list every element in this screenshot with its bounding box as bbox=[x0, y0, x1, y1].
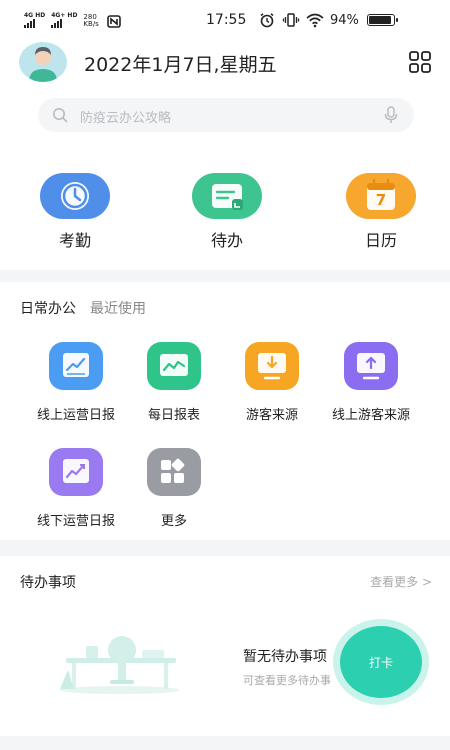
search-bar[interactable]: 防疫云办公攻略 bbox=[38, 98, 414, 132]
app-offline-daily-report[interactable]: 线下运营日报 bbox=[26, 448, 126, 538]
view-more-link[interactable]: 查看更多 > bbox=[370, 573, 432, 590]
battery-percent: 94% bbox=[330, 12, 359, 28]
calendar-icon: 7 bbox=[346, 173, 416, 219]
signal-indicator-1: 4G HD bbox=[24, 13, 45, 28]
calendar-day: 7 bbox=[375, 191, 387, 209]
tab-daily-office[interactable]: 日常办公 bbox=[20, 301, 76, 317]
status-bar: 4G HD 4G+ HD 280 KB/s 17:55 94% bbox=[0, 0, 450, 40]
punch-in-button[interactable]: 打卡 bbox=[340, 626, 422, 698]
quick-action-label: 待办 bbox=[210, 231, 243, 250]
avatar[interactable] bbox=[19, 42, 67, 82]
download-monitor-icon bbox=[245, 342, 299, 390]
wifi-icon bbox=[306, 13, 324, 28]
signal-bars-icon bbox=[51, 19, 63, 28]
clock-icon bbox=[40, 173, 110, 219]
battery-icon bbox=[366, 14, 398, 26]
trend-chart-icon bbox=[49, 448, 103, 496]
empty-state-title: 暂无待办事项 bbox=[243, 649, 327, 665]
report-chart-icon bbox=[49, 342, 103, 390]
daily-office-card: 日常办公 最近使用 线上运营日报 每日报表 游客来源 线上游客来源 线下运营日报… bbox=[0, 282, 450, 540]
user-avatar-icon bbox=[29, 47, 57, 82]
signal-bars-icon bbox=[24, 19, 35, 28]
daily-report-icon bbox=[147, 342, 201, 390]
punch-in-label: 打卡 bbox=[368, 655, 393, 670]
grid-apps-icon[interactable] bbox=[409, 51, 431, 73]
nfc-icon bbox=[107, 15, 121, 28]
page-title: 2022年1月7日,星期五 bbox=[84, 54, 277, 76]
tab-recent[interactable]: 最近使用 bbox=[90, 301, 146, 317]
more-apps-icon bbox=[147, 448, 201, 496]
quick-action-calendar[interactable]: 7 bbox=[346, 173, 416, 219]
app-visitor-source[interactable]: 游客来源 bbox=[222, 342, 322, 432]
app-more[interactable]: 更多 bbox=[124, 448, 224, 538]
search-placeholder: 防疫云办公攻略 bbox=[80, 111, 172, 126]
app-label: 线上游客来源 bbox=[331, 408, 410, 423]
clock-time: 17:55 bbox=[206, 12, 247, 28]
tab-bar: 日常办公 最近使用 bbox=[20, 298, 146, 318]
quick-action-label: 日历 bbox=[364, 231, 397, 250]
microphone-icon[interactable] bbox=[384, 106, 398, 124]
app-label: 更多 bbox=[160, 514, 187, 529]
quick-action-todo[interactable] bbox=[192, 173, 262, 219]
network-speed: 280 KB/s bbox=[83, 13, 99, 28]
alarm-icon bbox=[260, 13, 274, 28]
vibrate-icon bbox=[282, 13, 300, 27]
upload-monitor-icon bbox=[344, 342, 398, 390]
todo-title: 待办事项 bbox=[20, 575, 76, 591]
search-icon bbox=[53, 108, 68, 123]
quick-action-attendance[interactable] bbox=[40, 173, 110, 219]
app-online-daily-report[interactable]: 线上运营日报 bbox=[26, 342, 126, 432]
app-online-visitor-source[interactable]: 线上游客来源 bbox=[321, 342, 421, 432]
todo-card-icon bbox=[192, 173, 262, 219]
quick-action-label: 考勤 bbox=[58, 231, 91, 250]
signal-indicator-2: 4G+ HD bbox=[51, 13, 77, 28]
home-header: 2022年1月7日,星期五 防疫云办公攻略 考勤 待办 7 日历 bbox=[0, 40, 450, 270]
app-daily-report[interactable]: 每日报表 bbox=[124, 342, 224, 432]
empty-desk-illustration bbox=[60, 636, 180, 694]
